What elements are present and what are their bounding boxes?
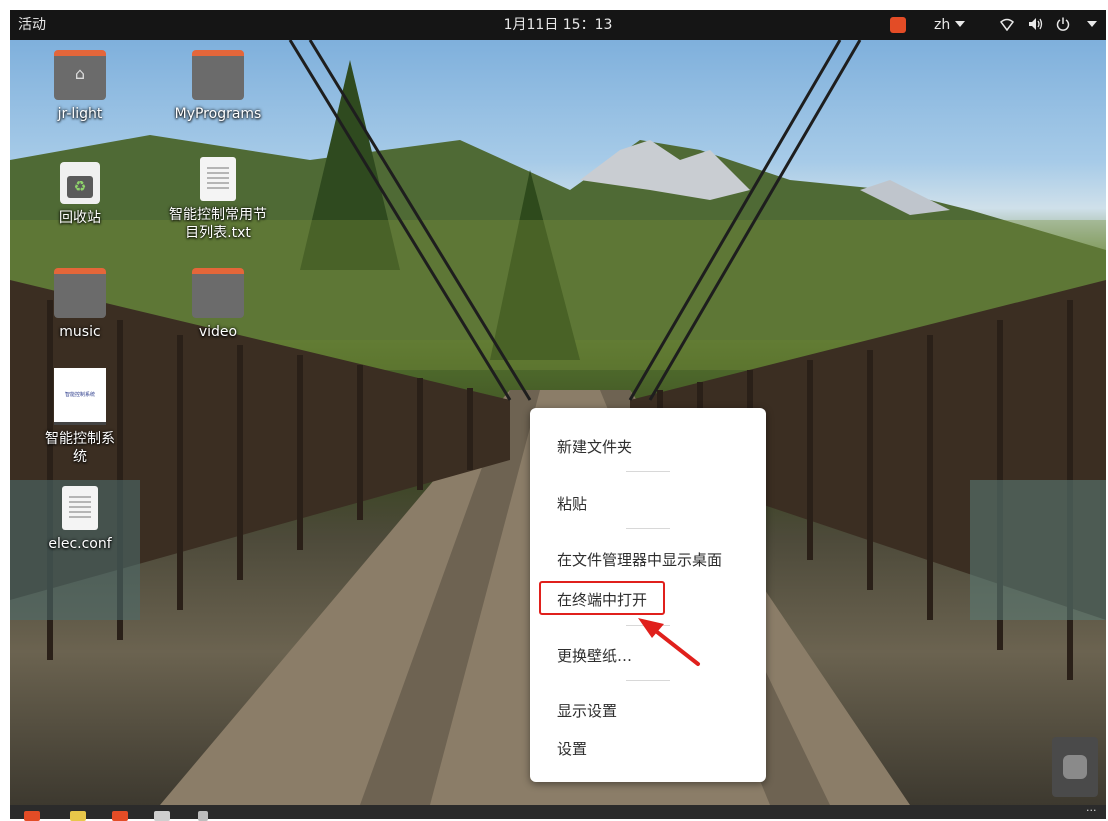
desktop-icon-myprograms[interactable]: MyPrograms [163, 50, 273, 123]
home-folder-icon: ⌂ [54, 50, 106, 100]
desktop-icon-program-list[interactable]: 智能控制常用节目列表.txt [163, 157, 273, 242]
dock-app-icon[interactable] [198, 811, 208, 821]
notification-app-button[interactable] [1052, 737, 1098, 797]
text-file-icon [62, 486, 98, 530]
desktop-icon-label: music [59, 324, 101, 340]
highlight-box [539, 581, 665, 615]
top-bar: 活动 1月11日 15：13 zh [10, 10, 1106, 40]
trash-icon: ♻ [60, 162, 100, 204]
menu-item-change-background[interactable]: 更换壁纸… [557, 645, 632, 666]
text-file-icon [200, 157, 236, 201]
desktop-icon-label: MyPrograms [174, 106, 262, 122]
folder-icon [192, 268, 244, 318]
desktop-icon-control-system[interactable]: 智能控制系统 智能控制系统 [25, 368, 135, 466]
power-icon[interactable] [1056, 10, 1070, 40]
show-apps-dots-icon[interactable]: ··· [1086, 804, 1097, 817]
speaker-icon[interactable] [1028, 10, 1044, 40]
desktop-icon-home[interactable]: ⌂ jr-light [25, 50, 135, 123]
desktop-icon-video[interactable]: video [163, 268, 273, 341]
menu-item-new-folder[interactable]: 新建文件夹 [557, 436, 632, 457]
menu-separator [626, 625, 670, 626]
menu-item-show-in-files[interactable]: 在文件管理器中显示桌面 [557, 549, 722, 570]
desktop-icon-music[interactable]: music [25, 268, 135, 341]
app-thumbnail-icon: 智能控制系统 [54, 368, 106, 425]
thumbnail-text: 智能控制系统 [64, 392, 95, 398]
tray-app-icon[interactable] [890, 17, 906, 33]
menu-item-settings[interactable]: 设置 [557, 738, 587, 759]
menu-separator [626, 471, 670, 472]
clock-button[interactable]: 1月11日 15：13 [504, 17, 613, 33]
dock-app-icon[interactable] [70, 811, 86, 821]
desktop-icon-label: jr-light [57, 106, 103, 122]
app-icon [1063, 755, 1087, 779]
desktop-icon-label: 智能控制系统 [45, 431, 115, 465]
menu-separator [626, 680, 670, 681]
language-label: zh [934, 17, 951, 33]
menu-separator [626, 528, 670, 529]
desktop-icon-label: elec.conf [48, 536, 112, 552]
network-wifi-icon[interactable] [999, 10, 1015, 40]
dock-app-icon[interactable] [112, 811, 128, 821]
dock-app-icon[interactable] [154, 811, 170, 821]
desktop-icon-trash[interactable]: ♻ 回收站 [25, 162, 135, 227]
activities-button[interactable]: 活动 [18, 10, 46, 40]
menu-item-display-settings[interactable]: 显示设置 [557, 700, 617, 721]
desktop-icon-elec-conf[interactable]: elec.conf [25, 486, 135, 553]
system-menu-arrow[interactable] [1082, 10, 1097, 40]
folder-icon [54, 268, 106, 318]
chevron-down-icon [955, 21, 966, 27]
chevron-down-icon [1087, 21, 1097, 27]
input-language-menu[interactable]: zh [934, 10, 966, 40]
desktop-icon-label: video [198, 324, 238, 340]
dock-app-icon[interactable] [24, 811, 40, 821]
folder-icon [192, 50, 244, 100]
desktop-icon-label: 智能控制常用节目列表.txt [169, 207, 267, 241]
dock-bar [10, 805, 1106, 819]
desktop-icon-label: 回收站 [59, 210, 101, 226]
menu-item-paste[interactable]: 粘贴 [557, 493, 587, 514]
